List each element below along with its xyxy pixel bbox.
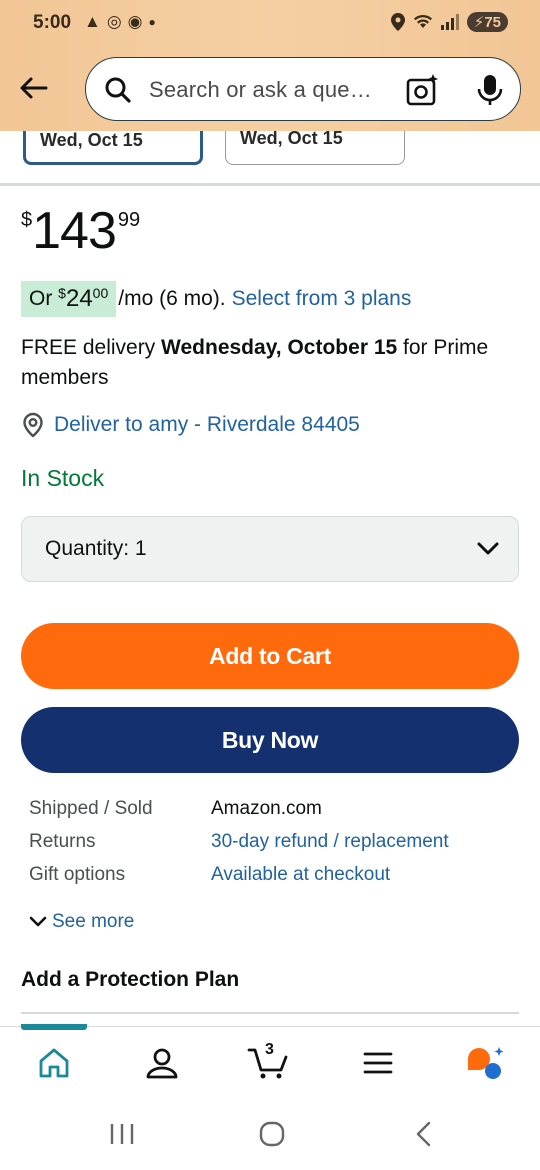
- account-icon: [146, 1048, 178, 1079]
- cart-count: 3: [265, 1041, 274, 1058]
- nav-menu[interactable]: [360, 1045, 396, 1081]
- nav-rufus[interactable]: [466, 1045, 506, 1081]
- info-key: Returns: [29, 831, 96, 852]
- stock-status: In Stock: [21, 465, 105, 491]
- select-plans-link[interactable]: Select from 3 plans: [232, 287, 412, 311]
- rufus-ai-icon: [468, 1047, 504, 1079]
- back-arrow-icon: [20, 77, 48, 99]
- delivery-date-options: Wed, Oct 15 Wed, Oct 15: [0, 131, 540, 186]
- info-key: Gift options: [29, 864, 126, 885]
- home-icon: [39, 1048, 69, 1078]
- search-bar[interactable]: Search or ask a que…: [85, 57, 521, 121]
- chevron-down-icon: [477, 542, 499, 555]
- nav-account[interactable]: [144, 1045, 180, 1081]
- search-placeholder[interactable]: Search or ask a que…: [149, 77, 372, 103]
- protection-plan-heading: Add a Protection Plan: [21, 968, 240, 991]
- add-to-cart-button[interactable]: Add to Cart: [21, 623, 519, 689]
- back-button[interactable]: [16, 70, 52, 106]
- battery-indicator: ⚡75: [466, 12, 508, 32]
- signal-icon: [440, 14, 459, 30]
- hotspot-icon: ◎: [106, 12, 122, 31]
- menu-icon: [363, 1052, 393, 1074]
- info-row-shipped: Shipped / Sold Amazon.com: [29, 798, 519, 831]
- delivery-date: Wednesday, October 15: [161, 336, 398, 359]
- divider: [0, 183, 540, 186]
- wifi-icon: [413, 14, 432, 28]
- status-system-icons: ⚡75: [390, 12, 508, 32]
- chrome-icon: ◉: [127, 12, 143, 31]
- info-key: Shipped / Sold: [29, 798, 153, 819]
- nav-active-indicator: [21, 1024, 87, 1030]
- quantity-label-text: Quantity:: [45, 537, 130, 560]
- quantity-value: 1: [134, 537, 147, 560]
- chevron-down-icon: [29, 916, 47, 927]
- divider: [21, 1012, 519, 1014]
- date-option-label: Wed, Oct 15: [40, 131, 143, 150]
- monthly-term: /mo (6 mo).: [118, 287, 226, 310]
- date-option[interactable]: Wed, Oct 15: [225, 131, 405, 165]
- system-nav-bar: [0, 1098, 540, 1170]
- price-currency: $: [21, 209, 33, 231]
- price-whole: 143: [32, 202, 117, 260]
- info-row-gift: Gift options Available at checkout: [29, 864, 519, 897]
- see-more-label[interactable]: See more: [52, 911, 134, 933]
- search-icon: [105, 77, 131, 103]
- status-bar: 5:00 ▲ ◎ ◉ ● ⚡75: [0, 0, 540, 50]
- nav-cart[interactable]: 3: [247, 1041, 291, 1081]
- quantity-selector[interactable]: Quantity: 1: [21, 516, 519, 582]
- mic-icon[interactable]: [475, 73, 505, 107]
- app-header: 5:00 ▲ ◎ ◉ ● ⚡75 Search or ask a que…: [0, 0, 540, 131]
- product-info-table: Shipped / Sold Amazon.com Returns 30-day…: [29, 798, 519, 897]
- date-option-selected[interactable]: Wed, Oct 15: [23, 131, 203, 165]
- status-notification-icons: ▲ ◎ ◉ ●: [84, 12, 156, 32]
- delivery-prefix: FREE delivery: [21, 336, 162, 359]
- see-more-link[interactable]: See more: [29, 911, 134, 933]
- battery-level: 75: [484, 14, 501, 31]
- gift-options-link[interactable]: Available at checkout: [211, 864, 390, 886]
- info-value: Amazon.com: [211, 798, 322, 819]
- nav-home[interactable]: [36, 1045, 72, 1081]
- returns-link[interactable]: 30-day refund / replacement: [211, 831, 449, 853]
- monthly-fraction: 00: [92, 285, 109, 301]
- delivery-info: FREE delivery Wednesday, October 15 for …: [21, 333, 521, 393]
- camera-icon[interactable]: [406, 73, 440, 107]
- quantity-label: Quantity: 1: [45, 537, 147, 561]
- deliver-to-label[interactable]: Deliver to amy - Riverdale 84405: [54, 413, 360, 437]
- monthly-prefix: Or: [29, 287, 59, 310]
- status-time: 5:00: [33, 12, 72, 33]
- bottom-nav: 3: [0, 1024, 540, 1098]
- date-option-label: Wed, Oct 15: [240, 131, 343, 148]
- price-fraction: 99: [117, 209, 141, 231]
- recents-icon[interactable]: [107, 1120, 137, 1148]
- warning-icon: ▲: [84, 12, 101, 31]
- location-pin-icon: [23, 412, 43, 438]
- product-price: $ 143 99: [21, 203, 140, 259]
- info-row-returns: Returns 30-day refund / replacement: [29, 831, 519, 864]
- monthly-payment: Or $ 24 00 /mo (6 mo). Select from 3 pla…: [21, 281, 411, 317]
- dot-icon: ●: [148, 15, 156, 29]
- buy-now-button[interactable]: Buy Now: [21, 707, 519, 773]
- home-circle-icon[interactable]: [257, 1120, 287, 1148]
- deliver-to-link[interactable]: Deliver to amy - Riverdale 84405: [21, 412, 360, 438]
- back-chevron-icon[interactable]: [409, 1120, 439, 1148]
- monthly-badge: Or $ 24 00: [21, 281, 117, 317]
- location-icon: [390, 13, 405, 31]
- monthly-currency: $: [58, 285, 66, 301]
- monthly-amount: 24: [65, 285, 93, 312]
